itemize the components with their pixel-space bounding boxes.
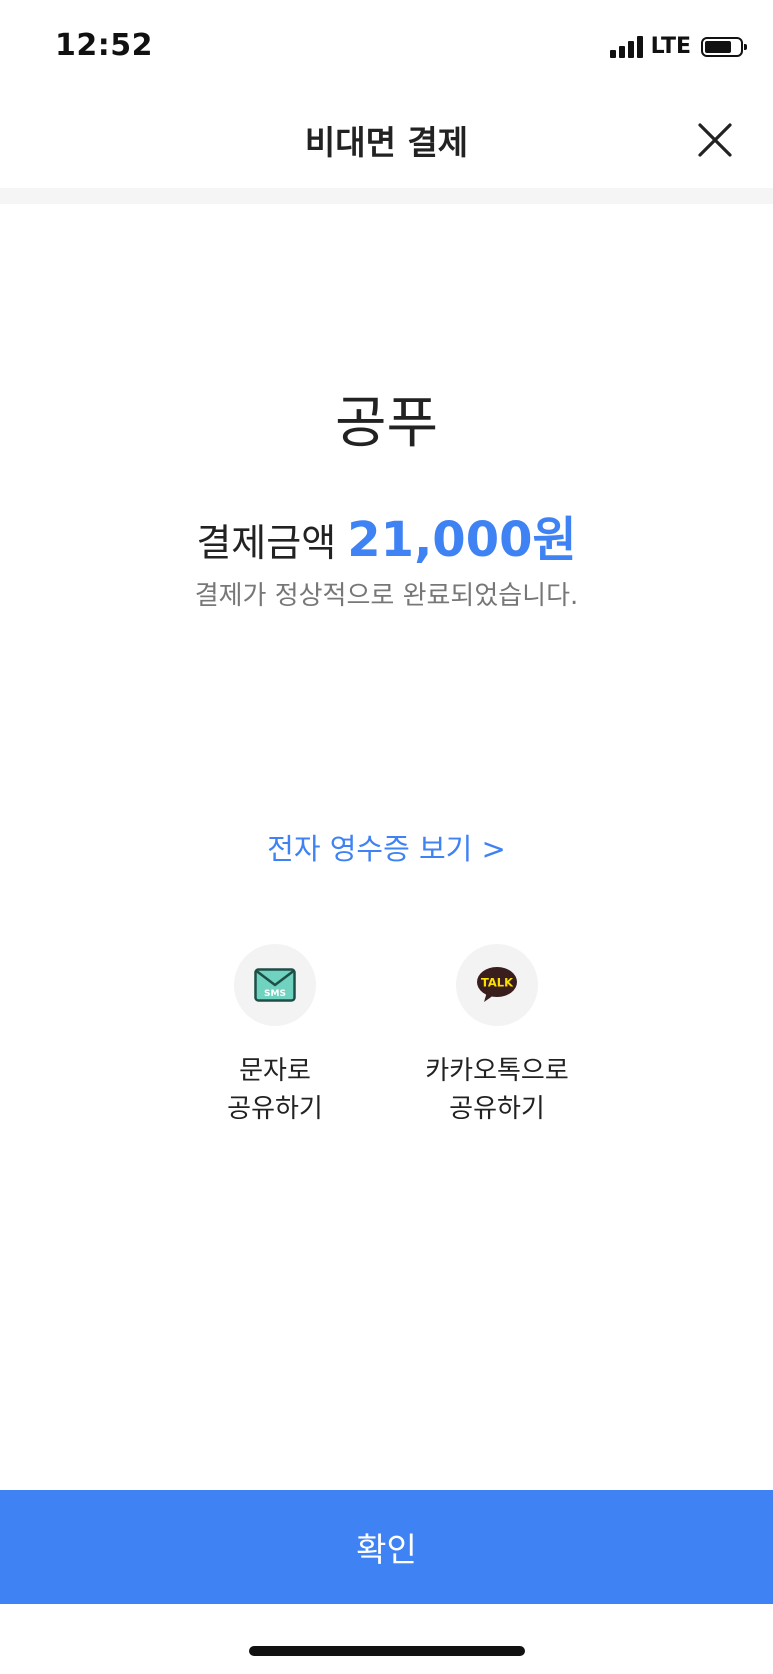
confirm-button[interactable]: 확인 <box>0 1490 773 1604</box>
amount-value: 21,000원 <box>347 512 577 568</box>
amount-row: 결제금액 21,000원 <box>0 500 773 570</box>
sms-icon: SMS <box>254 968 296 1002</box>
share-kakaotalk-label: 카카오톡으로 공유하기 <box>387 1052 607 1128</box>
amount-label: 결제금액 <box>196 521 337 565</box>
share-sms-circle: SMS <box>234 944 316 1026</box>
share-sms-label-line1: 문자로 <box>239 1056 311 1086</box>
share-kakaotalk-circle: TALK <box>456 944 538 1026</box>
svg-text:SMS: SMS <box>264 989 286 999</box>
share-kakaotalk-button[interactable]: TALK 카카오톡으로 공유하기 <box>387 944 607 1128</box>
status-time: 12:52 <box>55 28 153 63</box>
share-kakaotalk-label-line1: 카카오톡으로 <box>425 1056 569 1086</box>
share-sms-button[interactable]: SMS 문자로 공유하기 <box>165 944 385 1128</box>
battery-icon <box>701 36 747 57</box>
home-indicator[interactable] <box>249 1646 525 1656</box>
close-icon <box>698 123 732 157</box>
share-sms-label: 문자로 공유하기 <box>165 1052 385 1128</box>
divider-band <box>0 188 773 204</box>
share-options: SMS 문자로 공유하기 TALK 카카오톡으로 공유하기 <box>0 944 773 1134</box>
close-button[interactable] <box>691 116 739 164</box>
page-title: 비대면 결제 <box>304 123 469 162</box>
header-bar: 비대면 결제 <box>0 96 773 188</box>
status-indicators: LTE <box>609 34 747 59</box>
view-e-receipt-link[interactable]: 전자 영수증 보기 > <box>0 826 773 868</box>
share-kakaotalk-label-line2: 공유하기 <box>449 1094 545 1124</box>
payment-complete-message: 결제가 정상적으로 완료되었습니다. <box>194 581 579 611</box>
store-name: 공푸 <box>334 391 439 456</box>
signal-bars-icon <box>609 35 643 58</box>
svg-text:TALK: TALK <box>481 976 514 990</box>
kakaotalk-icon: TALK <box>477 967 517 1002</box>
network-label: LTE <box>650 34 691 59</box>
share-sms-label-line2: 공유하기 <box>227 1094 323 1124</box>
status-bar: 12:52 LTE <box>0 0 773 96</box>
